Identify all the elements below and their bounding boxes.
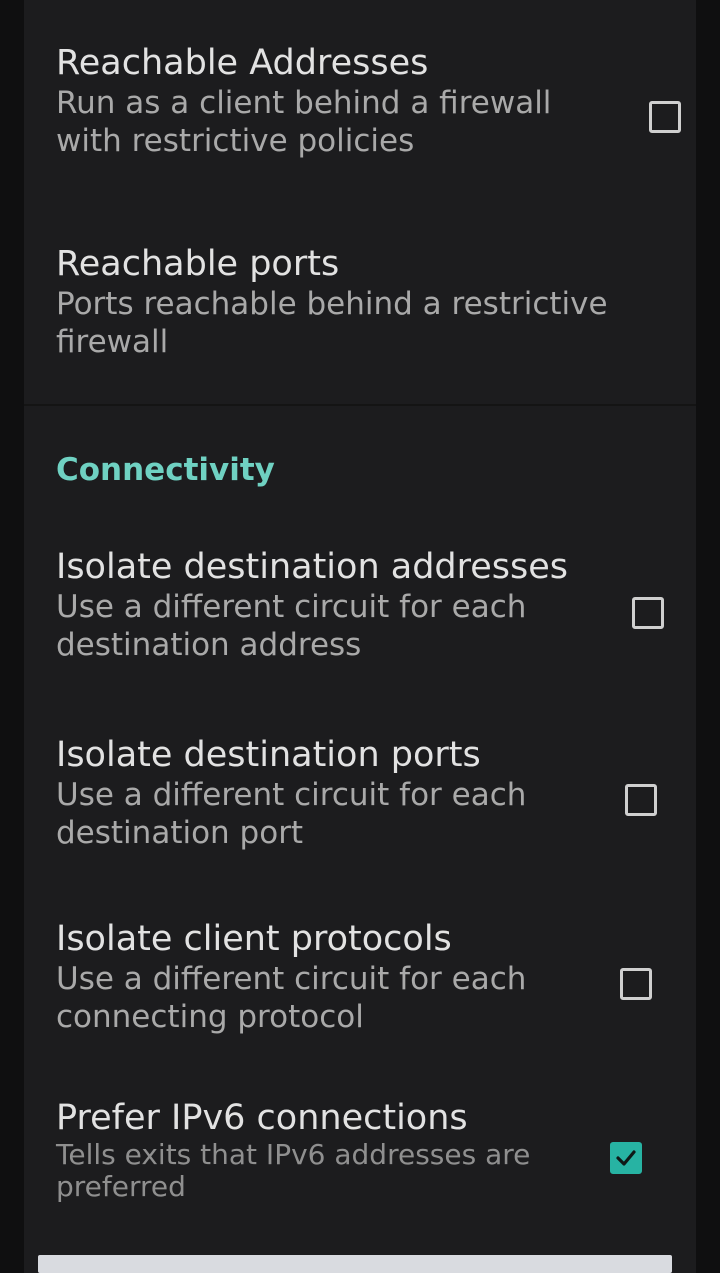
bottom-bar — [38, 1255, 672, 1273]
pref-title: Isolate client protocols — [56, 919, 452, 959]
pref-summary: Tells exits that IPv6 addresses are pref… — [56, 1138, 531, 1203]
category-connectivity: Connectivity — [56, 452, 275, 488]
pref-isolate-destination-ports[interactable]: Isolate destination ports Use a differen… — [56, 734, 680, 852]
settings-screen: Reachable Addresses Run as a client behi… — [0, 0, 720, 1273]
pref-summary: Ports reachable behind a restrictive fir… — [56, 286, 608, 360]
pref-reachable-ports[interactable]: Reachable ports Ports reachable behind a… — [56, 243, 680, 361]
isolate-destination-addresses-checkbox[interactable] — [632, 597, 664, 629]
pref-title: Prefer IPv6 connections — [56, 1098, 468, 1138]
pref-summary: Use a different circuit for each destina… — [56, 589, 527, 663]
pref-isolate-destination-addresses[interactable]: Isolate destination addresses Use a diff… — [56, 546, 680, 664]
isolate-client-protocols-checkbox[interactable] — [620, 968, 652, 1000]
reachable-addresses-checkbox[interactable] — [649, 101, 681, 133]
section-divider — [24, 404, 696, 406]
pref-reachable-addresses[interactable]: Reachable Addresses Run as a client behi… — [56, 42, 680, 160]
pref-isolate-client-protocols[interactable]: Isolate client protocols Use a different… — [56, 918, 680, 1036]
pref-summary: Use a different circuit for each connect… — [56, 961, 527, 1035]
pref-title: Reachable Addresses — [56, 43, 429, 83]
prefer-ipv6-checkbox[interactable] — [610, 1142, 642, 1174]
isolate-destination-ports-checkbox[interactable] — [625, 784, 657, 816]
pref-title: Reachable ports — [56, 244, 340, 284]
pref-title: Isolate destination addresses — [56, 547, 569, 587]
pref-title: Isolate destination ports — [56, 735, 481, 775]
pref-prefer-ipv6[interactable]: Prefer IPv6 connections Tells exits that… — [56, 1097, 680, 1203]
pref-summary: Use a different circuit for each destina… — [56, 777, 527, 851]
checkmark-icon — [616, 1150, 636, 1166]
pref-summary: Run as a client behind a firewall with r… — [56, 85, 552, 159]
